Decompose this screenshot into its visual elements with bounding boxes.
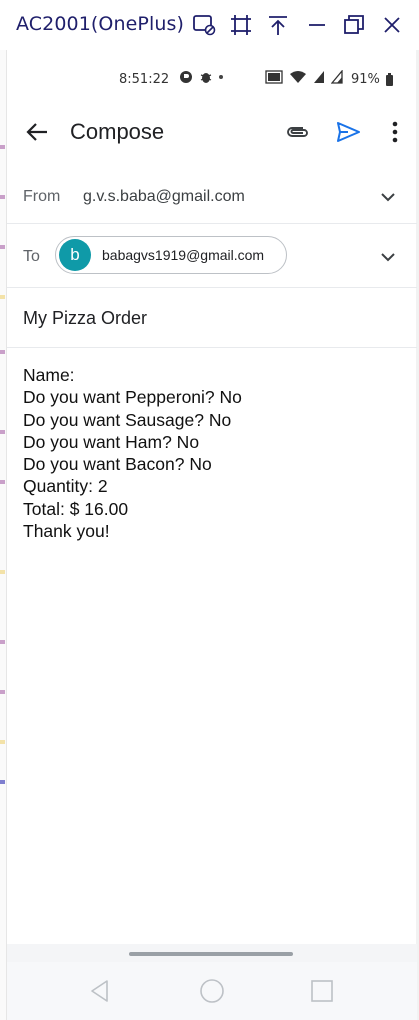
bug-notification-icon: [200, 73, 212, 83]
body-line-bacon: Do you want Bacon? No: [23, 454, 212, 475]
from-label: From: [23, 188, 61, 205]
recipient-chip[interactable]: b babagvs1919@gmail.com: [55, 236, 287, 274]
from-address[interactable]: g.v.s.baba@gmail.com: [83, 188, 245, 206]
volte-icon: [265, 70, 283, 84]
send-icon[interactable]: [334, 118, 362, 146]
avatar: b: [59, 239, 91, 271]
body-line-thanks: Thank you!: [23, 521, 110, 542]
signal-icon: [314, 71, 324, 83]
body-line-name: Name:: [23, 365, 75, 385]
screen-cast-icon[interactable]: [190, 11, 218, 39]
body-line-sausage: Do you want Sausage? No: [23, 409, 232, 430]
compose-app-bar: Compose: [7, 112, 417, 152]
back-arrow-icon[interactable]: [23, 118, 51, 146]
restore-icon[interactable]: [340, 11, 368, 39]
body-line-pepperoni: Do you want Pepperoni? No: [23, 387, 242, 408]
battery-icon: [386, 73, 393, 86]
app-notification-icon: [180, 71, 192, 83]
close-icon[interactable]: [378, 11, 406, 39]
to-chevron-down-icon[interactable]: [379, 248, 397, 266]
page-title: Compose: [70, 119, 165, 144]
body-line-total: Total: $ 16.00: [23, 498, 129, 519]
recipient-email: babagvs1919@gmail.com: [102, 247, 265, 263]
wifi-icon: [290, 71, 306, 83]
subject-field[interactable]: My Pizza Order: [23, 308, 147, 329]
window-titlebar: AC2001(OnePlus): [0, 0, 419, 50]
status-bar: 8:51:22 91%: [7, 64, 417, 94]
to-row[interactable]: To b babagvs1919@gmail.com: [7, 224, 417, 288]
phone-screen: 8:51:22 91% Compose From g.v.s.baba@gmai…: [6, 50, 417, 1020]
attach-paperclip-icon[interactable]: [283, 118, 311, 146]
screenshot-icon[interactable]: [227, 11, 255, 39]
battery-percent: 91%: [351, 72, 380, 87]
subject-row[interactable]: My Pizza Order: [7, 288, 417, 348]
gesture-bar: [7, 944, 417, 962]
status-notification-icons: [179, 70, 223, 84]
window-title: AC2001(OnePlus): [16, 13, 184, 35]
message-body[interactable]: Name: Do you want Pepperoni? No Do you w…: [23, 364, 403, 542]
nav-back-icon[interactable]: [87, 978, 113, 1004]
from-row[interactable]: From g.v.s.baba@gmail.com: [7, 172, 417, 224]
gesture-handle[interactable]: [129, 952, 293, 956]
from-chevron-down-icon[interactable]: [379, 188, 397, 206]
more-notifications-dot: [219, 75, 223, 79]
nav-home-icon[interactable]: [199, 978, 225, 1004]
pin-on-top-icon[interactable]: [264, 11, 292, 39]
body-line-quantity: Quantity: 2: [23, 476, 108, 497]
status-system-icons: [265, 70, 343, 84]
to-label: To: [23, 248, 40, 265]
navigation-bar: [7, 962, 417, 1020]
minimize-icon[interactable]: [303, 11, 331, 39]
body-line-ham: Do you want Ham? No: [23, 431, 200, 452]
more-options-icon[interactable]: [383, 118, 407, 146]
status-time: 8:51:22: [119, 72, 170, 87]
signal-2-icon: [331, 70, 343, 84]
nav-recents-icon[interactable]: [309, 978, 335, 1004]
